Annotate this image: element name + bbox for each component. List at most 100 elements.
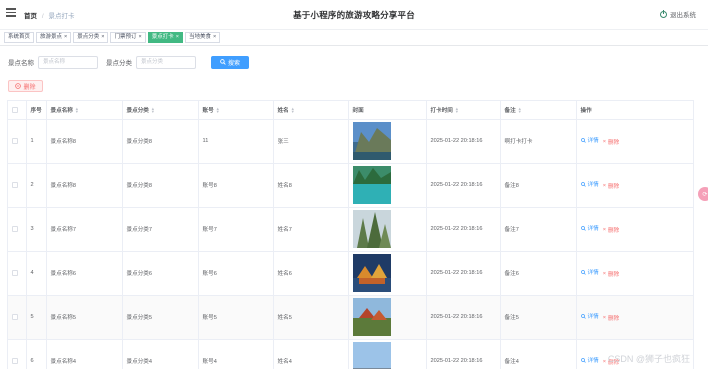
select-cell: [8, 207, 27, 252]
cell-category: 景点分类4: [122, 339, 199, 369]
column-header-label: 景点名称: [50, 107, 73, 114]
delete-button[interactable]: × 删除: [603, 314, 619, 322]
delete-button[interactable]: × 删除: [603, 226, 619, 234]
search-button[interactable]: 搜索: [211, 55, 249, 69]
cover-image: [352, 210, 391, 248]
detail-button[interactable]: 详情: [580, 224, 599, 232]
select-cell: [8, 119, 27, 164]
tab-5[interactable]: 当地美食 ×: [184, 32, 221, 43]
column-header-1: 序号: [26, 101, 47, 120]
column-header-label: 备注: [504, 107, 516, 114]
cover-cell: [348, 119, 427, 164]
sort-caret-icon[interactable]: ▲ ▼: [151, 107, 155, 114]
cell-time: 2025-01-22 20:18:16: [426, 295, 501, 340]
detail-button[interactable]: 详情: [580, 136, 599, 145]
tab-label: 系统首页: [8, 34, 31, 40]
column-header-0[interactable]: [8, 101, 27, 120]
delete-button[interactable]: × 删除: [603, 182, 619, 190]
column-header-7[interactable]: 打卡时间 ▲ ▼: [426, 101, 501, 120]
tab-1[interactable]: 旅游景点 ×: [36, 32, 72, 43]
detail-button[interactable]: 详情: [580, 180, 599, 188]
sort-caret-icon[interactable]: ▲ ▼: [518, 107, 522, 114]
detail-label: 详情: [587, 138, 599, 145]
select-cell: [8, 295, 27, 340]
cell-category: 景点分类8: [122, 119, 199, 164]
close-icon[interactable]: ×: [213, 34, 216, 40]
cell-category: 景点分类7: [122, 207, 199, 252]
column-header-5[interactable]: 姓名 ▲ ▼: [273, 101, 349, 120]
cell-index: 2: [26, 163, 47, 208]
tab-2[interactable]: 景点分类 ×: [73, 32, 109, 43]
cover-image: [352, 342, 391, 369]
column-header-label: 操作: [580, 107, 592, 114]
detail-label: 详情: [587, 314, 599, 321]
watermark: CSDN @狮子也疯狂: [607, 354, 690, 364]
cell-time: 2025-01-22 20:18:16: [426, 163, 501, 208]
sort-caret-icon[interactable]: ▲ ▼: [455, 107, 459, 114]
close-icon[interactable]: ×: [64, 34, 67, 40]
search-icon: [580, 225, 586, 231]
cell-time: 2025-01-22 20:18:16: [426, 339, 501, 369]
close-icon[interactable]: ×: [176, 34, 179, 40]
cell-note: 备注7: [500, 207, 577, 252]
floating-assistant-icon[interactable]: ⟳: [698, 187, 708, 201]
column-header-label: 姓名: [277, 107, 289, 114]
row-checkbox[interactable]: [12, 225, 18, 232]
name-search-input[interactable]: 景点名称: [38, 55, 98, 69]
search-button-label: 搜索: [227, 60, 240, 67]
row-checkbox[interactable]: [12, 181, 18, 188]
detail-button[interactable]: 详情: [580, 268, 599, 276]
tab-3[interactable]: 门票预订 ×: [110, 32, 146, 43]
batch-delete-label: 删除: [23, 84, 36, 91]
select-cell: [8, 339, 27, 369]
logout-button[interactable]: 退出系统: [660, 9, 696, 19]
cell-person: 姓名4: [273, 339, 349, 369]
cell-note: 备注5: [500, 295, 577, 340]
sort-caret-icon[interactable]: ▲ ▼: [216, 107, 220, 114]
delete-button[interactable]: × 删除: [603, 138, 619, 146]
sort-caret-icon[interactable]: ▲ ▼: [291, 107, 295, 114]
cell-account: 账号4: [198, 339, 274, 369]
close-icon: ×: [602, 182, 606, 189]
search-icon: [580, 137, 586, 143]
column-header-2[interactable]: 景点名称 ▲ ▼: [46, 101, 123, 120]
select-all-checkbox[interactable]: [12, 106, 18, 113]
actions-cell: 详情 × 删除: [576, 295, 693, 340]
cell-person: 姓名7: [273, 207, 349, 252]
logout-label: 退出系统: [670, 12, 696, 19]
cell-category: 景点分类8: [122, 163, 199, 208]
detail-button[interactable]: 详情: [580, 312, 599, 321]
column-header-label: 账号: [202, 107, 214, 114]
row-checkbox[interactable]: [12, 313, 18, 320]
cell-name: 景点名称6: [46, 251, 123, 296]
cover-image: [352, 166, 391, 204]
close-icon: ×: [602, 358, 606, 365]
row-checkbox[interactable]: [12, 137, 18, 144]
search-icon: [580, 357, 586, 363]
search-form: 景点名称 景点名称 景点分类 景点分类 搜索: [8, 55, 249, 69]
delete-label: 删除: [607, 139, 620, 146]
detail-button[interactable]: 详情: [580, 356, 599, 364]
cover-cell: [348, 163, 427, 208]
sort-caret-icon[interactable]: ▲ ▼: [75, 107, 79, 114]
delete-button[interactable]: × 删除: [603, 270, 619, 278]
tab-label: 旅游景点: [40, 34, 63, 40]
tab-0[interactable]: 系统首页: [4, 32, 35, 43]
row-checkbox[interactable]: [12, 357, 18, 364]
column-header-8[interactable]: 备注 ▲ ▼: [500, 101, 577, 120]
cell-name: 景点名称8: [46, 119, 123, 164]
close-icon[interactable]: ×: [139, 34, 142, 40]
category-search-input[interactable]: 景点分类: [136, 55, 196, 69]
batch-delete-button[interactable]: 删除: [8, 80, 43, 92]
column-header-3[interactable]: 景点分类 ▲ ▼: [122, 101, 199, 120]
close-icon[interactable]: ×: [101, 34, 104, 40]
tab-4[interactable]: 景点打卡 ×: [147, 32, 183, 43]
column-header-6: 封面: [348, 101, 427, 120]
row-checkbox[interactable]: [12, 269, 18, 276]
cover-cell: [348, 339, 427, 369]
cell-note: 备注8: [500, 163, 577, 208]
checkin-table: 序号 景点名称 ▲ ▼ 景点分类 ▲ ▼ 账号 ▲ ▼ 姓名 ▲ ▼ 封面 打卡时间 ▲ ▼ 备注 ▲ ▼ 操作 1 景点…: [7, 100, 694, 369]
cover-cell: [348, 251, 427, 296]
column-header-4[interactable]: 账号 ▲ ▼: [198, 101, 274, 120]
column-header-label: 序号: [30, 107, 42, 114]
